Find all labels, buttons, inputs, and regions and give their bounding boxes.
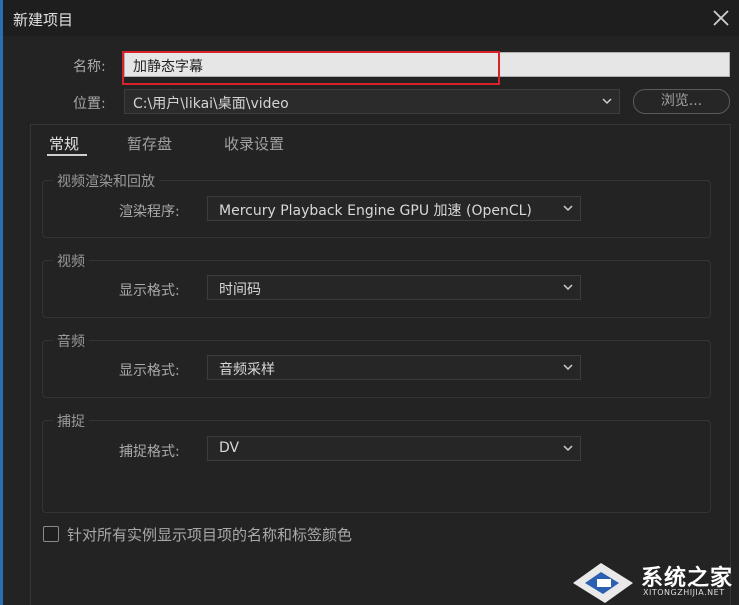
show-name-label-color-label: 针对所有实例显示项目项的名称和标签颜色 <box>67 526 353 544</box>
close-button[interactable] <box>709 6 733 30</box>
capture-format-value: DV <box>219 440 240 456</box>
renderer-label: 渲染程序: <box>119 204 180 220</box>
location-label: 位置: <box>73 96 106 112</box>
browse-button[interactable]: 浏览... <box>633 89 730 114</box>
chevron-down-icon <box>563 445 573 452</box>
chevron-down-icon <box>563 284 573 291</box>
watermark-url: XITONGZHIJIA.NET <box>643 588 725 597</box>
title-bar: 新建项目 <box>3 0 739 36</box>
location-select[interactable]: C:\用户\likai\桌面\video <box>124 89 620 114</box>
video-format-value: 时间码 <box>219 282 261 298</box>
audio-format-label: 显示格式: <box>119 363 180 379</box>
audio-format-dropdown[interactable]: 音频采样 <box>207 355 581 380</box>
capture-format-dropdown[interactable]: DV <box>207 436 581 461</box>
group-title-capture: 捕捉 <box>53 411 89 431</box>
capture-format-label: 捕捉格式: <box>119 444 180 460</box>
video-format-dropdown[interactable]: 时间码 <box>207 275 581 300</box>
close-icon <box>713 10 729 26</box>
chevron-down-icon <box>563 364 573 371</box>
group-capture <box>42 420 711 513</box>
renderer-dropdown[interactable]: Mercury Playback Engine GPU 加速 (OpenCL) <box>207 196 581 221</box>
new-project-dialog: 新建项目 名称: 加静态字幕 位置: C:\用户\likai\桌面\video … <box>0 0 739 605</box>
tab-general[interactable]: 常规 <box>49 133 79 154</box>
group-title-audio: 音频 <box>53 331 89 351</box>
chevron-down-icon <box>563 205 573 212</box>
chevron-down-icon <box>602 98 612 105</box>
tab-ingest-settings[interactable]: 收录设置 <box>224 133 284 154</box>
show-name-label-color-checkbox[interactable] <box>43 526 59 542</box>
name-label: 名称: <box>73 59 106 75</box>
audio-format-value: 音频采样 <box>219 362 275 378</box>
video-format-label: 显示格式: <box>119 283 180 299</box>
active-tab-indicator <box>47 154 87 156</box>
renderer-value: Mercury Playback Engine GPU 加速 (OpenCL) <box>219 203 532 219</box>
tab-scratch-disks[interactable]: 暂存盘 <box>127 133 172 154</box>
location-value: C:\用户\likai\桌面\video <box>133 96 289 112</box>
project-name-input[interactable]: 加静态字幕 <box>124 52 730 77</box>
group-title-video-rendering: 视频渲染和回放 <box>53 171 159 191</box>
dialog-title: 新建项目 <box>13 11 74 29</box>
group-title-video: 视频 <box>53 251 89 271</box>
